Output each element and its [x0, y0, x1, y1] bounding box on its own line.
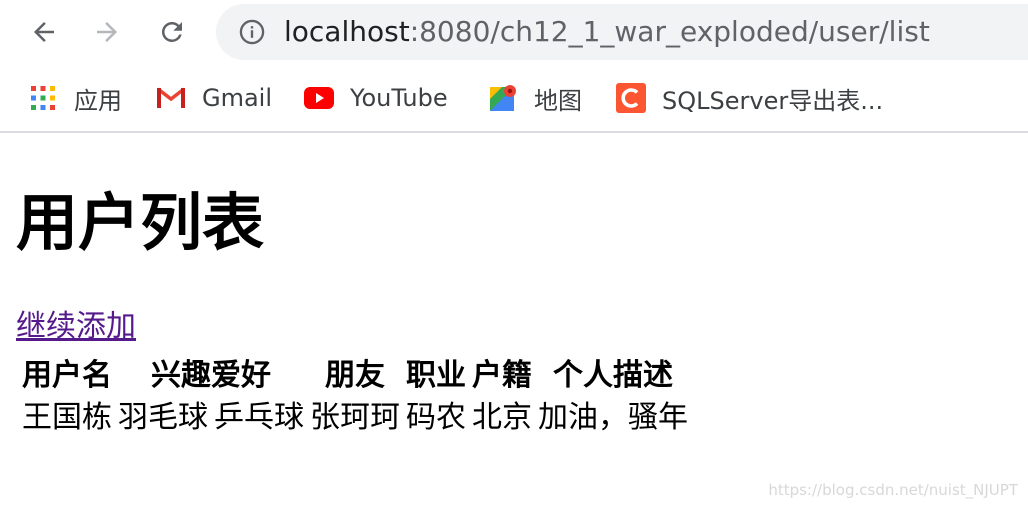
url-text[interactable]: localhost:8080/ch12_1_war_exploded/user/…	[284, 16, 930, 48]
bookmark-sqlserver[interactable]: SQLServer导出表...	[616, 80, 883, 116]
maps-icon	[488, 83, 518, 113]
bookmark-label: SQLServer导出表...	[662, 86, 884, 115]
header-job: 职业	[406, 358, 466, 393]
address-bar[interactable]: localhost:8080/ch12_1_war_exploded/user/…	[216, 4, 1028, 60]
header-username: 用户名	[22, 358, 112, 393]
browser-toolbar: localhost:8080/ch12_1_war_exploded/user/…	[0, 0, 1028, 62]
bookmark-apps[interactable]: 应用	[28, 80, 122, 116]
header-hometown: 户籍	[472, 358, 532, 393]
arrow-left-icon	[34, 22, 54, 42]
info-icon[interactable]	[238, 18, 266, 46]
bookmark-label: YouTube	[350, 84, 448, 112]
arrow-right-icon	[97, 22, 117, 42]
reload-icon	[161, 21, 182, 42]
bookmark-youtube[interactable]: YouTube	[304, 80, 448, 116]
cell-hobby-2: 乒乓球	[214, 400, 304, 435]
bookmark-label: 地图	[534, 86, 582, 115]
table-row: 王国栋 羽毛球 乒乓球 张珂珂 码农 北京 加油，骚年	[22, 398, 688, 438]
cell-username: 王国栋	[22, 400, 112, 435]
bookmark-label: 应用	[74, 86, 122, 115]
cell-hometown: 北京	[472, 400, 532, 435]
csdn-c-icon	[616, 83, 646, 113]
bookmark-gmail[interactable]: Gmail	[156, 80, 272, 116]
apps-grid-icon	[28, 83, 58, 113]
bookmarks-bar: 应用 Gmail YouTube 地图 SQLServer导出表...	[0, 68, 1028, 130]
page-content: 用户列表 继续添加 用户名 兴趣爱好 朋友 职业 户籍 个人描述 王国栋 羽毛球…	[0, 133, 1028, 509]
table-header-row: 用户名 兴趣爱好 朋友 职业 户籍 个人描述	[22, 356, 688, 396]
header-hobbies: 兴趣爱好	[151, 358, 271, 393]
url-path: :8080/ch12_1_war_exploded/user/list	[409, 15, 930, 48]
header-friends: 朋友	[325, 358, 385, 393]
back-button[interactable]	[25, 13, 63, 51]
add-user-link[interactable]: 继续添加	[16, 307, 136, 347]
cell-hobby-1: 羽毛球	[118, 400, 208, 435]
users-table: 用户名 兴趣爱好 朋友 职业 户籍 个人描述 王国栋 羽毛球 乒乓球 张珂珂 码…	[16, 354, 694, 440]
gmail-icon	[156, 83, 186, 113]
forward-button[interactable]	[88, 13, 126, 51]
bookmark-maps[interactable]: 地图	[488, 80, 582, 116]
watermark: https://blog.csdn.net/nuist_NJUPT	[768, 481, 1018, 499]
page-title: 用户列表	[16, 186, 265, 259]
youtube-icon	[304, 83, 334, 113]
header-description: 个人描述	[553, 358, 673, 393]
cell-description: 加油，骚年	[538, 400, 688, 435]
bookmark-label: Gmail	[202, 84, 273, 112]
url-host: localhost	[284, 15, 410, 48]
cell-friends: 张珂珂	[310, 400, 400, 435]
reload-button[interactable]	[153, 13, 191, 51]
cell-job: 码农	[406, 400, 466, 435]
